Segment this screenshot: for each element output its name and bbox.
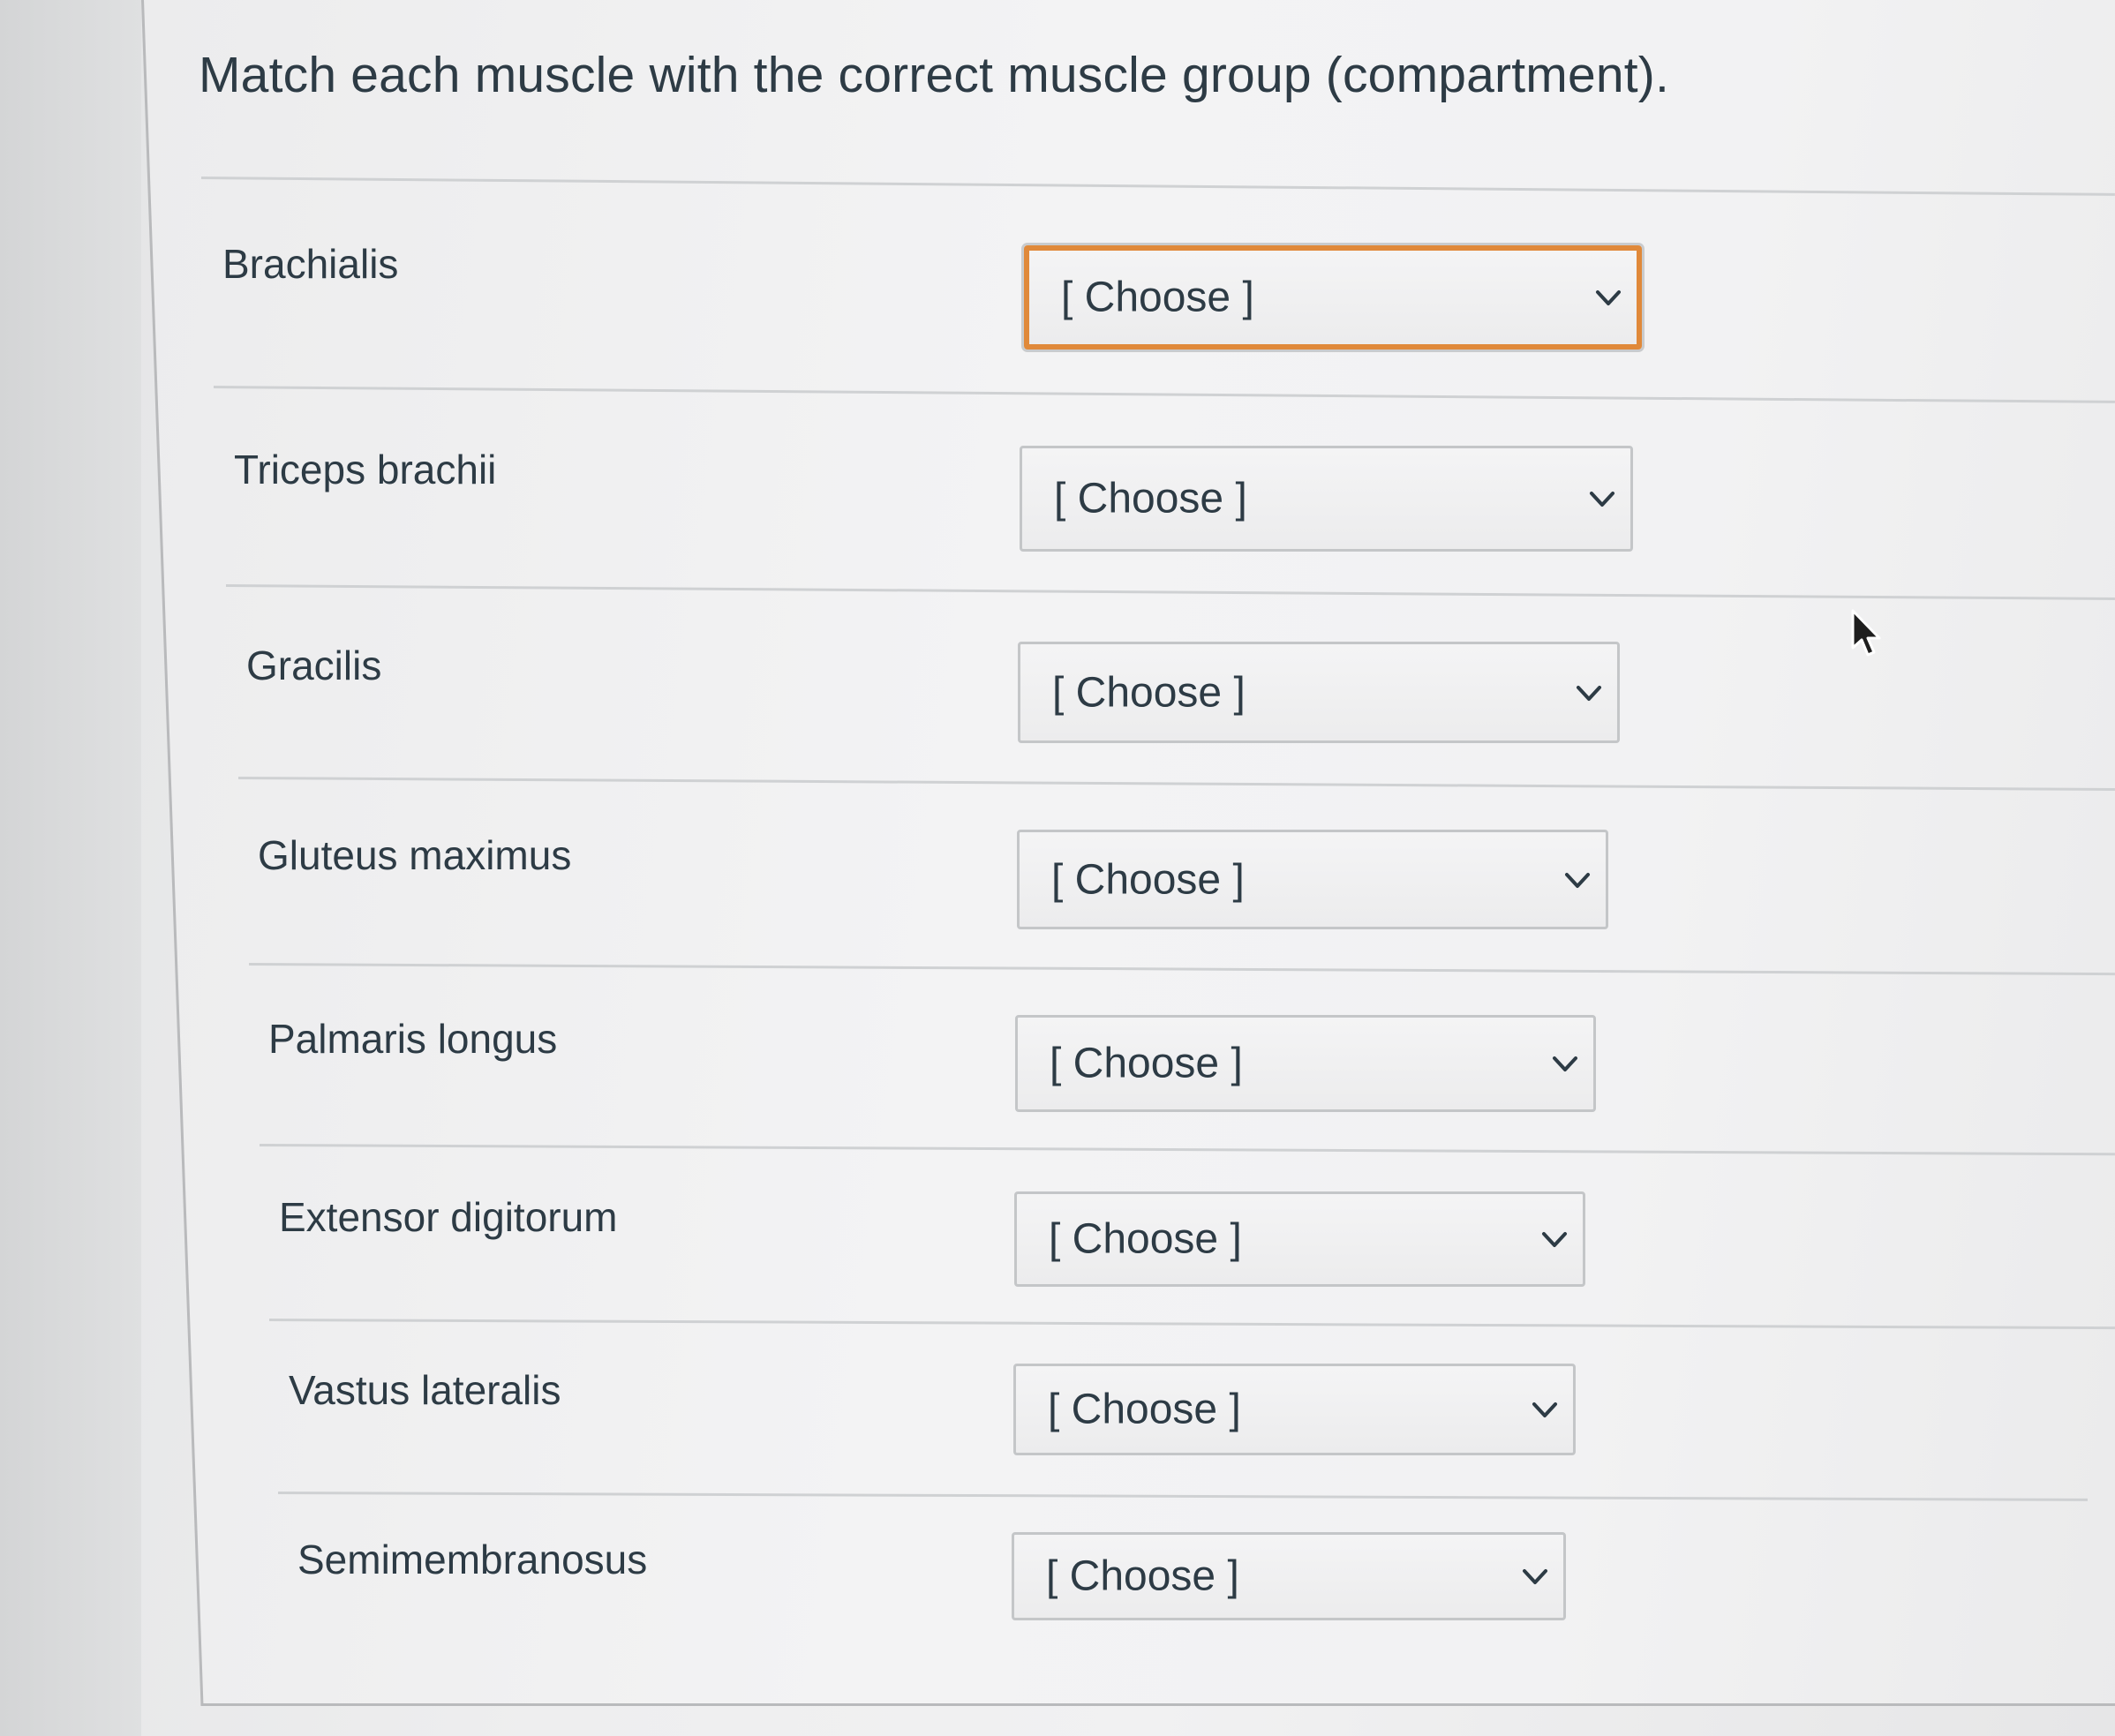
page-background: Match each muscle with the correct muscl…	[0, 0, 2115, 1736]
select-value: [ Choose ]	[1049, 1215, 1242, 1263]
question-content: Match each muscle with the correct muscl…	[0, 0, 2115, 1736]
divider	[213, 386, 2115, 403]
muscle-label-gracilis: Gracilis	[246, 643, 382, 688]
select-value: [ Choose ]	[1048, 1386, 1241, 1433]
muscle-group-select-triceps-brachii[interactable]: [ Choose ]	[1020, 446, 1633, 552]
chevron-down-icon	[1532, 1402, 1557, 1417]
muscle-label-semimembranosus: Semimembranosus	[297, 1537, 648, 1582]
muscle-label-brachialis: Brachialis	[222, 241, 399, 287]
select-value: [ Choose ]	[1061, 274, 1254, 321]
muscle-label-triceps-brachii: Triceps brachii	[234, 447, 497, 492]
muscle-group-select-extensor-digitorum[interactable]: [ Choose ]	[1014, 1191, 1585, 1287]
question-prompt: Match each muscle with the correct muscl…	[199, 47, 1670, 103]
divider	[268, 1319, 2115, 1330]
muscle-label-gluteus-maximus: Gluteus maximus	[258, 832, 572, 878]
muscle-group-select-gluteus-maximus[interactable]: [ Choose ]	[1017, 830, 1608, 929]
muscle-group-select-semimembranosus[interactable]: [ Choose ]	[1012, 1532, 1566, 1620]
divider	[200, 177, 2115, 196]
select-value: [ Choose ]	[1046, 1552, 1239, 1600]
muscle-label-extensor-digitorum: Extensor digitorum	[279, 1194, 618, 1240]
select-value: [ Choose ]	[1054, 475, 1247, 522]
chevron-down-icon	[1565, 872, 1590, 888]
muscle-label-vastus-lateralis: Vastus lateralis	[289, 1367, 561, 1413]
select-value: [ Choose ]	[1052, 669, 1246, 716]
divider	[225, 584, 2115, 600]
divider	[237, 777, 2115, 791]
chevron-down-icon	[1577, 685, 1601, 701]
muscle-group-select-gracilis[interactable]: [ Choose ]	[1018, 642, 1620, 743]
select-value: [ Choose ]	[1050, 1040, 1243, 1087]
chevron-down-icon	[1542, 1232, 1567, 1247]
muscle-group-select-brachialis[interactable]: [ Choose ]	[1024, 245, 1642, 349]
select-value: [ Choose ]	[1051, 856, 1245, 903]
chevron-down-icon	[1523, 1569, 1547, 1584]
chevron-down-icon	[1553, 1056, 1577, 1071]
muscle-group-select-vastus-lateralis[interactable]: [ Choose ]	[1013, 1364, 1576, 1455]
mouse-cursor-icon	[1851, 609, 1881, 657]
divider	[277, 1492, 2088, 1501]
chevron-down-icon	[1596, 290, 1621, 305]
chevron-down-icon	[1590, 492, 1614, 507]
muscle-group-select-palmaris-longus[interactable]: [ Choose ]	[1015, 1015, 1596, 1112]
muscle-label-palmaris-longus: Palmaris longus	[268, 1016, 558, 1062]
divider	[248, 963, 2115, 976]
divider	[259, 1144, 2115, 1156]
